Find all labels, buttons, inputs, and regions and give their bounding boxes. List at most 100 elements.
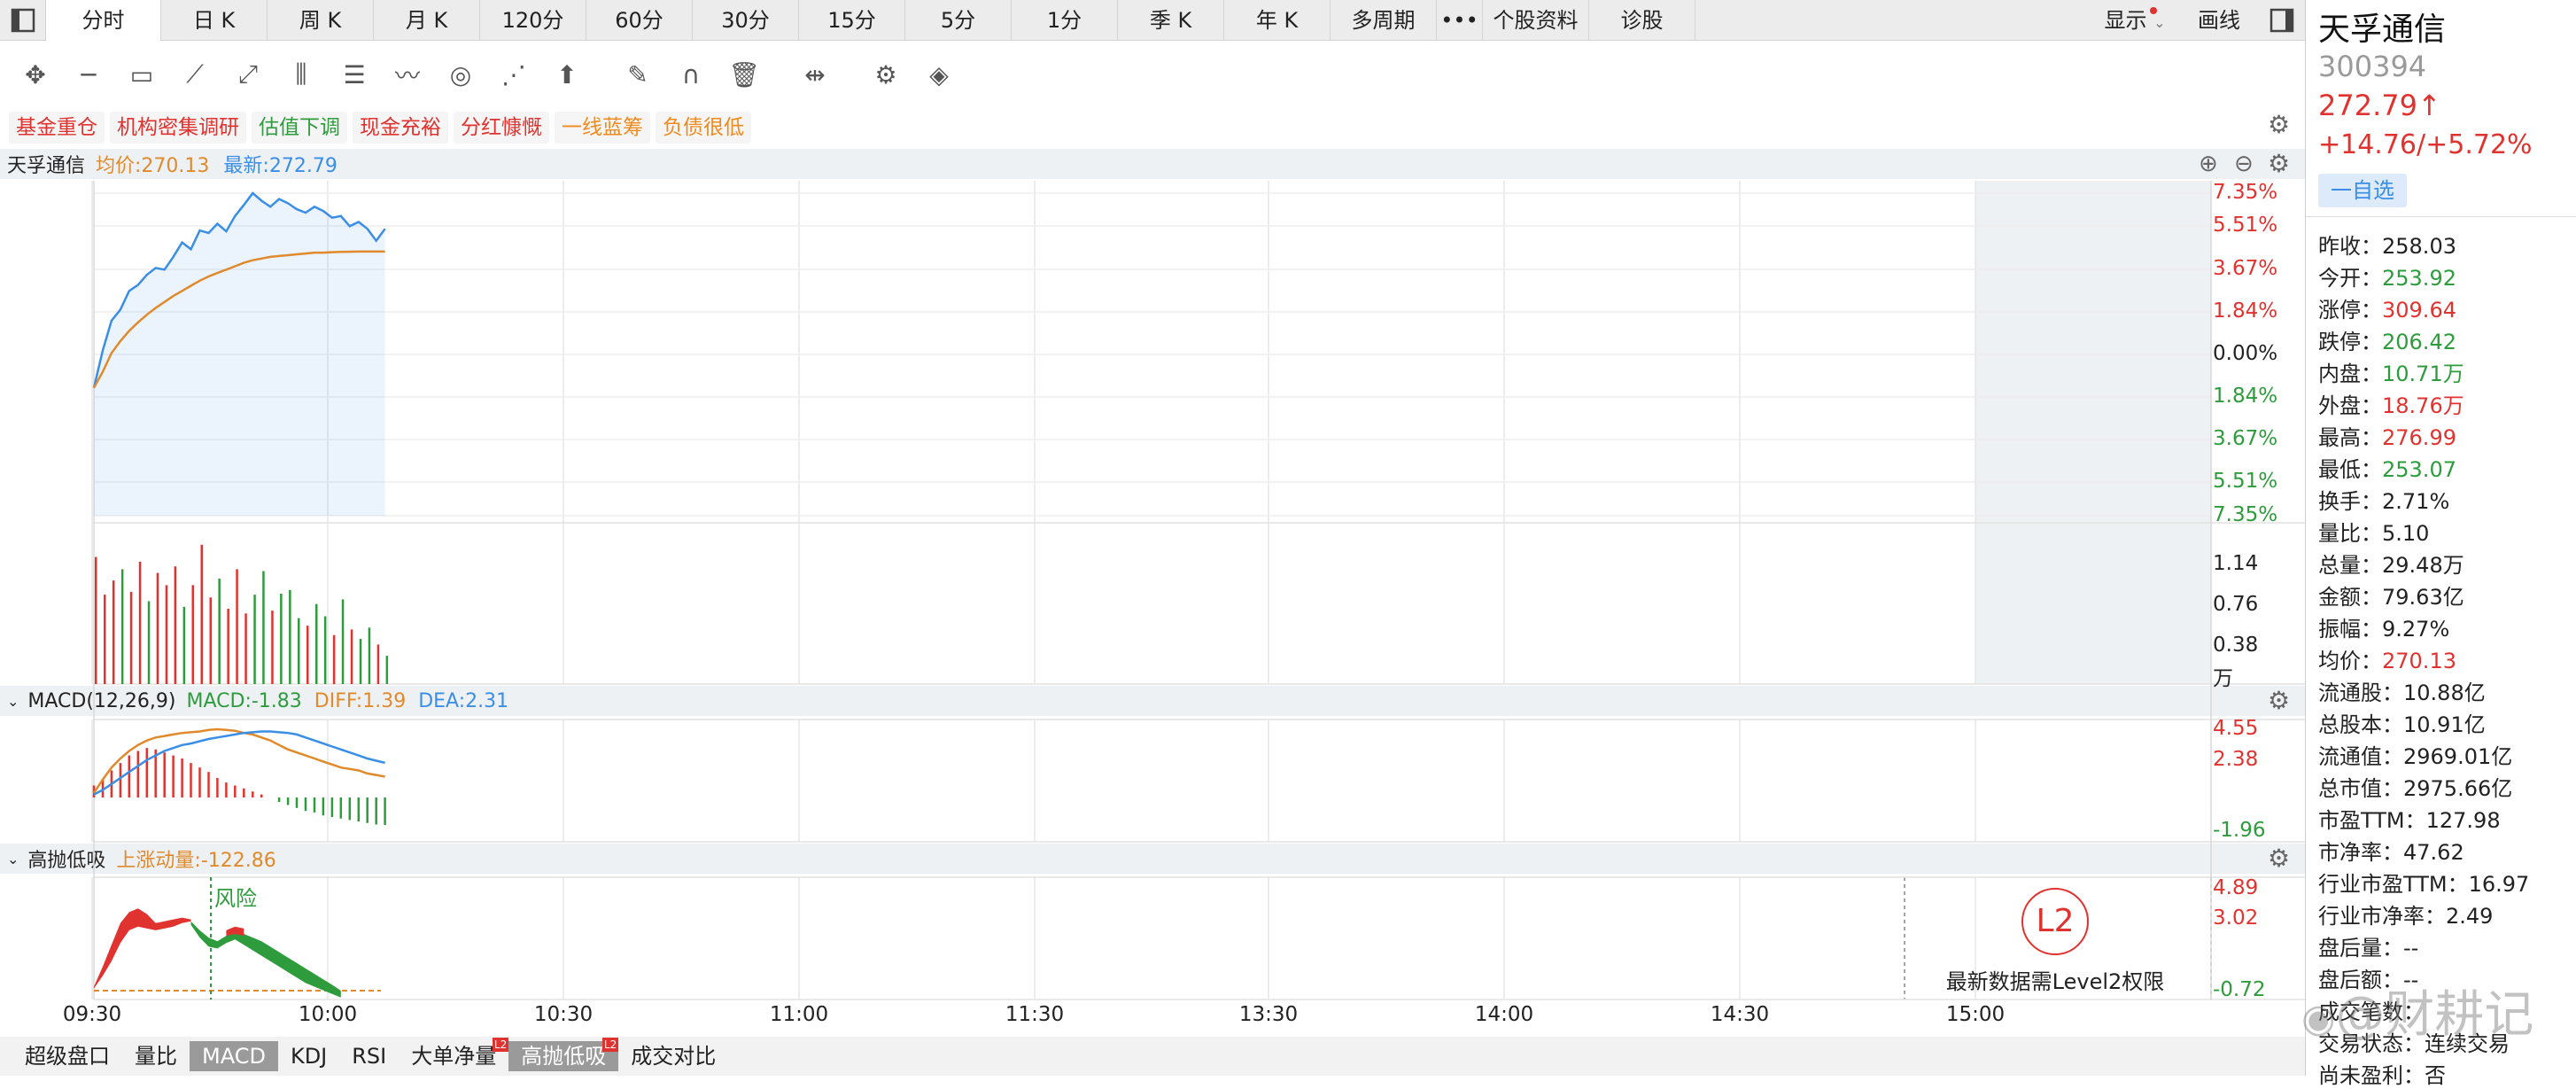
stat-value: 2975.66亿 bbox=[2403, 776, 2513, 801]
indicator-tab[interactable]: MACD bbox=[190, 1041, 278, 1071]
axis-tick-label: -0.72 bbox=[2213, 978, 2266, 1001]
stat-label: 最高： bbox=[2318, 425, 2382, 450]
volume-bar bbox=[165, 585, 168, 684]
axis-tick-label: 4.55 bbox=[2213, 717, 2259, 740]
intraday-chart[interactable] bbox=[0, 0, 2305, 1037]
stat-label: 内盘： bbox=[2318, 362, 2382, 386]
stat-value: 10.88亿 bbox=[2403, 681, 2486, 705]
axis-tick-label: 7.35% bbox=[2213, 181, 2278, 204]
time-tick-label: 10:00 bbox=[298, 1003, 358, 1026]
level2-badge: L2 bbox=[601, 1038, 619, 1052]
stat-label: 跌停： bbox=[2318, 330, 2382, 354]
watermark: ◉@财耕记 bbox=[2301, 986, 2534, 1044]
closed-session-shade bbox=[1975, 181, 2211, 684]
weibo-logo-icon: ◉ bbox=[2301, 996, 2336, 1041]
axis-tick-label: 5.51% bbox=[2213, 214, 2278, 237]
stat-value: 309.64 bbox=[2382, 298, 2456, 323]
stat-value: 47.62 bbox=[2403, 840, 2464, 865]
stat-row: 涨停：309.64 bbox=[2318, 292, 2456, 323]
time-tick-label: 15:00 bbox=[1945, 1003, 2006, 1026]
stat-value: 2.49 bbox=[2446, 904, 2494, 929]
stat-value: 10.71万 bbox=[2382, 362, 2464, 386]
stat-value: 5.10 bbox=[2382, 521, 2430, 546]
volume-bar bbox=[289, 589, 291, 685]
gplx-green-band bbox=[190, 921, 341, 998]
stat-label: 行业市净率： bbox=[2318, 904, 2446, 929]
indicator-tab[interactable]: RSI bbox=[339, 1041, 399, 1071]
volume-bar bbox=[174, 566, 177, 684]
stat-value: 10.91亿 bbox=[2403, 712, 2486, 737]
quote-sidebar: 天孚通信 300394 272.79↑ +14.76/+5.72% 一自选 昨收… bbox=[2305, 0, 2576, 1088]
axis-tick-label: 2.38 bbox=[2213, 748, 2259, 771]
stat-row: 外盘：18.76万 bbox=[2318, 388, 2464, 419]
price-area-fill bbox=[94, 193, 385, 516]
axis-tick-label: 3.67% bbox=[2213, 257, 2278, 280]
volume-bar bbox=[244, 613, 247, 684]
stat-value: 253.92 bbox=[2382, 266, 2456, 291]
level2-notice[interactable]: 最新数据需Level2权限 bbox=[1905, 964, 2206, 995]
watermark-text: 财耕记 bbox=[2385, 986, 2534, 1044]
stat-label: 总市值： bbox=[2318, 776, 2403, 801]
volume-bar bbox=[376, 644, 380, 684]
risk-label: 风险 bbox=[214, 886, 257, 911]
time-tick-label: 10:30 bbox=[533, 1003, 594, 1026]
time-tick-label: 13:30 bbox=[1238, 1003, 1299, 1026]
time-tick-label: 14:00 bbox=[1474, 1003, 1534, 1026]
stat-label: 总量： bbox=[2318, 553, 2382, 578]
volume-bar bbox=[104, 595, 106, 684]
time-tick-label: 11:00 bbox=[769, 1003, 829, 1026]
stat-value: -- bbox=[2403, 936, 2419, 961]
axis-tick-label: 0.76 bbox=[2213, 593, 2259, 616]
stock-price: 272.79↑ bbox=[2318, 89, 2441, 122]
indicator-tab[interactable]: 成交对比 bbox=[618, 1041, 728, 1071]
volume-bar bbox=[262, 571, 265, 684]
stat-row: 换手：2.71% bbox=[2318, 484, 2449, 515]
stat-value: 258.03 bbox=[2382, 234, 2456, 259]
stat-row: 最低：253.07 bbox=[2318, 452, 2456, 483]
stat-value: 79.63亿 bbox=[2382, 585, 2464, 610]
stat-row: 尚未盈利：否 bbox=[2318, 1058, 2446, 1089]
stat-row: 盘后量：-- bbox=[2318, 930, 2418, 961]
stat-label: 振幅： bbox=[2318, 617, 2382, 642]
indicator-tab[interactable]: 量比 bbox=[122, 1041, 190, 1071]
stat-row: 振幅：9.27% bbox=[2318, 611, 2449, 642]
axis-tick-label: 0.38 bbox=[2213, 634, 2259, 657]
time-tick-label: 14:30 bbox=[1710, 1003, 1770, 1026]
stat-value: 2.71% bbox=[2382, 489, 2450, 514]
stat-value: 270.13 bbox=[2382, 649, 2456, 673]
indicator-tab[interactable]: 大单净量 L2 bbox=[399, 1038, 509, 1071]
indicator-tab[interactable]: KDJ bbox=[278, 1041, 339, 1071]
axis-tick-label: 1.84% bbox=[2213, 299, 2278, 323]
stat-label: 盘后量： bbox=[2318, 936, 2403, 961]
indicator-tab[interactable]: 超级盘口 bbox=[12, 1041, 122, 1071]
indicator-tab[interactable]: 高抛低吸 L2 bbox=[508, 1038, 619, 1071]
stat-row: 总股本：10.91亿 bbox=[2318, 707, 2486, 738]
axis-tick-label: 5.51% bbox=[2213, 470, 2278, 493]
stat-row: 跌停：206.42 bbox=[2318, 324, 2456, 355]
stat-value: 206.42 bbox=[2382, 330, 2456, 354]
axis-tick-label: 4.89 bbox=[2213, 876, 2259, 899]
volume-bar bbox=[271, 611, 274, 684]
volume-bar bbox=[227, 609, 229, 684]
stat-value: 16.97 bbox=[2468, 872, 2530, 897]
volume-bar bbox=[323, 616, 327, 684]
volume-bar bbox=[95, 556, 97, 684]
volume-bar bbox=[156, 572, 159, 684]
volume-bar bbox=[200, 544, 203, 685]
indicator-tab-label: 量比 bbox=[135, 1044, 177, 1069]
stat-label: 流通值： bbox=[2318, 744, 2403, 769]
time-tick-label: 09:30 bbox=[62, 1003, 122, 1026]
volume-bar bbox=[298, 618, 300, 684]
stat-label: 今开： bbox=[2318, 266, 2382, 291]
stat-value: 253.07 bbox=[2382, 457, 2456, 482]
stat-row: 昨收：258.03 bbox=[2318, 229, 2456, 260]
axis-tick-label: 3.67% bbox=[2213, 427, 2278, 450]
stat-row: 总量：29.48万 bbox=[2318, 548, 2464, 579]
volume-bar bbox=[385, 656, 389, 684]
add-watchlist-button[interactable]: 一自选 bbox=[2318, 174, 2407, 207]
stock-name: 天孚通信 bbox=[2318, 12, 2447, 48]
stat-label: 涨停： bbox=[2318, 298, 2382, 323]
sidebar-divider bbox=[2306, 216, 2576, 217]
stat-label: 量比： bbox=[2318, 521, 2382, 546]
indicator-tab-label: 超级盘口 bbox=[25, 1044, 110, 1069]
